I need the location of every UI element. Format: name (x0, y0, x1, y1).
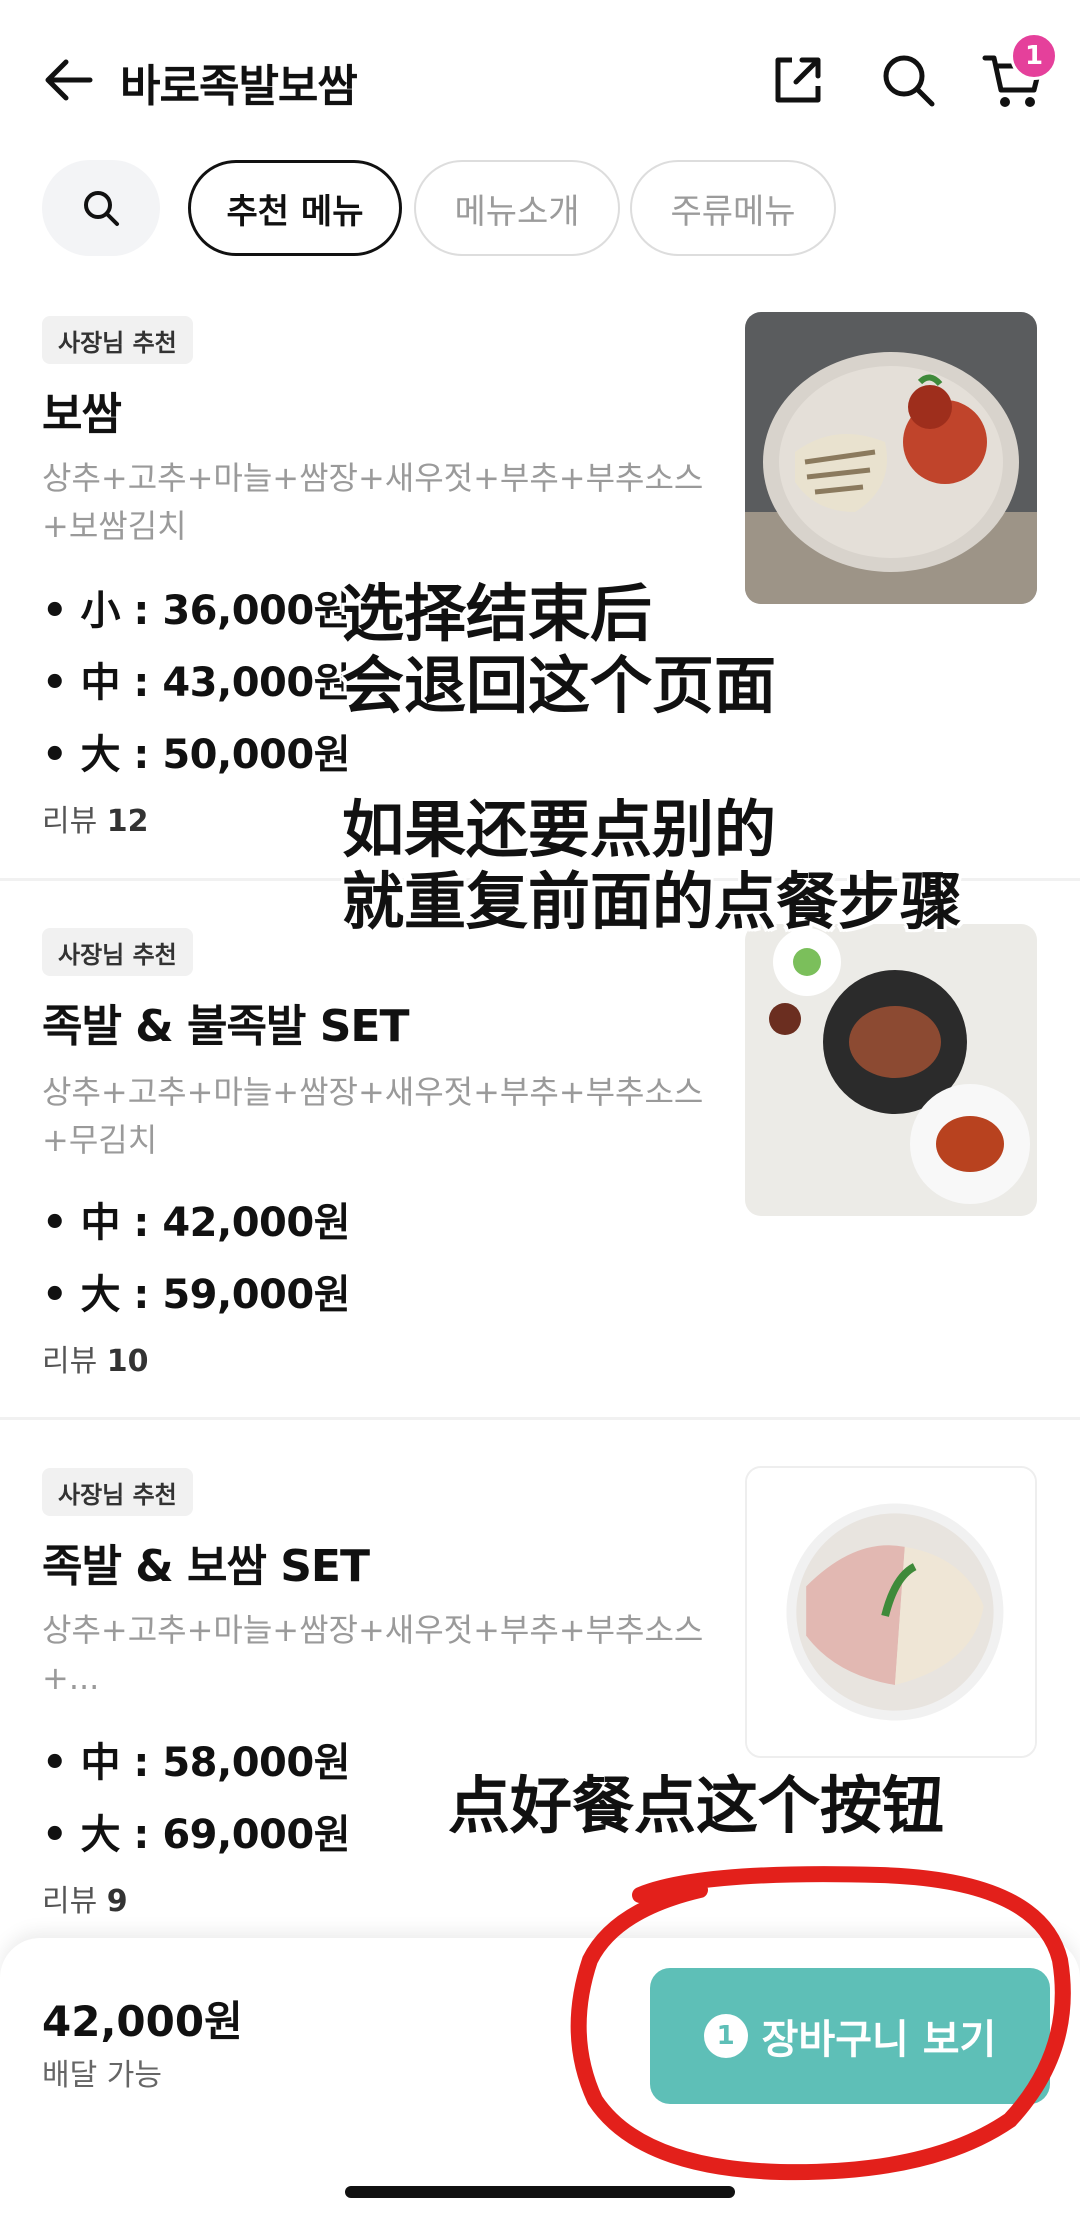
price-small: • 小 : 36,000원 (42, 588, 351, 634)
item-description: 상추+고추+마늘+쌈장+새우젓+부추+부추소스+... (42, 1611, 704, 1697)
page-title: 바로족발보쌈 (120, 61, 358, 112)
annotation-note: 如果还要点别的 (342, 793, 777, 866)
item-description: 상추+고추+마늘+쌈장+새우젓+부추+부추소스+무김치 (42, 1073, 704, 1159)
review-count: 리뷰 10 (42, 1344, 149, 1379)
price-medium: • 中 : 43,000원 (42, 660, 351, 706)
tab-drinks[interactable]: 주류메뉴 (630, 160, 836, 256)
back-arrow-icon[interactable] (40, 52, 96, 108)
cart-item-count: 1 (703, 2014, 748, 2058)
bottom-order-bar: 42,000원 배달 가능 1 장바구니 보기 (0, 1938, 1080, 2219)
price-large: • 大 : 50,000원 (42, 732, 351, 778)
owner-recommend-badge: 사장님 추천 (42, 1468, 193, 1516)
cart-count-badge: 1 (1010, 32, 1058, 80)
order-total: 42,000원 (42, 1997, 243, 2046)
share-icon[interactable] (770, 52, 826, 108)
annotation-note: 选择结束后 (342, 577, 653, 650)
item-name: 족발 & 보쌈 SET (42, 1541, 370, 1592)
top-bar: 바로족발보쌈 1 (0, 0, 1080, 160)
jokbal-set-food-image (745, 924, 1037, 1216)
annotation-note: 点好餐点这个按钮 (448, 1769, 945, 1842)
search-icon[interactable] (878, 50, 938, 110)
home-indicator (345, 2186, 735, 2198)
menu-tabs: 추천 메뉴 메뉴소개 주류메뉴 (0, 160, 1080, 260)
price-medium: • 中 : 58,000원 (42, 1740, 351, 1786)
annotation-note: 会退回这个页面 (342, 649, 777, 722)
delivery-status: 배달 가능 (42, 2058, 162, 2093)
view-cart-button[interactable]: 1 장바구니 보기 (650, 1968, 1050, 2104)
review-count: 리뷰 9 (42, 1884, 128, 1919)
price-medium: • 中 : 42,000원 (42, 1200, 351, 1246)
item-name: 족발 & 불족발 SET (42, 1001, 409, 1052)
item-name: 보쌈 (42, 389, 122, 440)
owner-recommend-badge: 사장님 추천 (42, 316, 193, 364)
bossam-food-image (745, 312, 1037, 604)
jokbal-bossam-set-food-image (745, 1466, 1037, 1758)
view-cart-label: 장바구니 보기 (761, 2017, 997, 2063)
search-icon (84, 191, 119, 226)
section-divider (0, 1417, 1080, 1420)
review-count: 리뷰 12 (42, 804, 149, 839)
owner-recommend-badge: 사장님 추천 (42, 928, 193, 976)
price-large: • 大 : 59,000원 (42, 1272, 351, 1318)
price-large: • 大 : 69,000원 (42, 1812, 351, 1858)
tab-menu-intro[interactable]: 메뉴소개 (414, 160, 620, 256)
tab-recommended[interactable]: 추천 메뉴 (188, 160, 402, 256)
tab-search-button[interactable] (42, 160, 160, 256)
item-description: 상추+고추+마늘+쌈장+새우젓+부추+부추소스+보쌈김치 (42, 459, 704, 545)
annotation-note: 就重复前面的点餐步骤 (342, 865, 963, 938)
